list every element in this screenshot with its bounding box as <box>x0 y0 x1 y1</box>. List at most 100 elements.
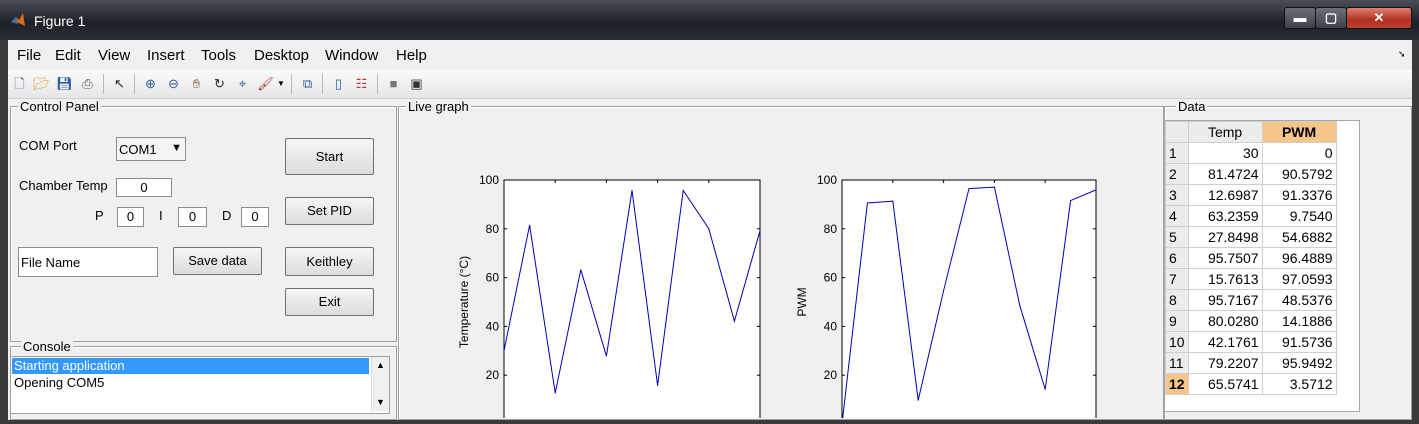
scroll-down-icon[interactable]: ▼ <box>376 397 385 407</box>
table-row[interactable]: 1 30 0 <box>1165 142 1337 164</box>
brush-icon[interactable]: 🖌︎ <box>257 75 274 92</box>
data-point <box>968 188 970 190</box>
pwm-cell[interactable]: 54.6882 <box>1261 226 1337 248</box>
zoom-out-icon[interactable]: ⊖ <box>165 75 182 92</box>
title-bar[interactable]: Figure 1 ▬ ▢ ✕ <box>0 0 1419 40</box>
menu-desktop[interactable]: Desktop <box>254 47 309 64</box>
d-field[interactable]: 0 <box>241 207 269 227</box>
pwm-cell[interactable]: 96.4889 <box>1261 247 1337 269</box>
maximize-button[interactable]: ▢ <box>1315 7 1347 29</box>
console-scrollbar[interactable]: ▲ ▼ <box>371 357 389 411</box>
new-icon[interactable]: 🗋 <box>11 75 28 92</box>
table-row[interactable]: 7 15.7613 97.0593 <box>1165 268 1337 290</box>
menu-tools[interactable]: Tools <box>201 47 236 64</box>
menu-edit[interactable]: Edit <box>55 47 81 64</box>
data-table-container[interactable]: Temp PWM 1 30 0 2 81.4724 90.5792 3 12.6987 91.3… <box>1164 120 1360 412</box>
legend-icon[interactable]: ☷ <box>353 75 370 92</box>
console-line[interactable]: Opening COM5 <box>12 375 369 391</box>
temperature-plot[interactable]: 0246810020406080100Temperature (°C) <box>457 173 767 418</box>
keithley-button[interactable]: Keithley <box>285 247 374 276</box>
pan-icon[interactable]: ✋︎ <box>188 75 205 92</box>
com-port-select[interactable]: COM1 ▼ <box>116 137 186 161</box>
pwm-plot[interactable]: 0246810020406080100PWM <box>795 173 1103 418</box>
pwm-cell[interactable]: 0 <box>1261 142 1337 164</box>
chevron-down-icon: ▼ <box>171 142 182 154</box>
table-row[interactable]: 8 95.7167 48.5376 <box>1165 289 1337 311</box>
pwm-cell[interactable]: 9.7540 <box>1261 205 1337 227</box>
minimize-button[interactable]: ▬ <box>1284 7 1316 29</box>
start-button[interactable]: Start <box>285 138 374 175</box>
menu-insert[interactable]: Insert <box>147 47 185 64</box>
pwm-cell[interactable]: 97.0593 <box>1261 268 1337 290</box>
data-point <box>1070 200 1072 202</box>
exit-button[interactable]: Exit <box>285 288 374 316</box>
brush-dropdown-icon[interactable]: ▼ <box>277 79 285 88</box>
pwm-cell[interactable]: 95.9492 <box>1261 352 1337 374</box>
data-point <box>892 200 894 202</box>
table-row[interactable]: 2 81.4724 90.5792 <box>1165 163 1337 185</box>
y-axis-label: Temperature (°C) <box>457 256 471 348</box>
p-field[interactable]: 0 <box>117 207 144 227</box>
i-field[interactable]: 0 <box>178 207 207 227</box>
temp-cell[interactable]: 81.4724 <box>1187 163 1263 185</box>
temp-cell[interactable]: 30 <box>1187 142 1263 164</box>
console-title: Console <box>21 339 73 354</box>
temp-cell[interactable]: 79.2207 <box>1187 352 1263 374</box>
save-icon[interactable]: 💾︎ <box>56 75 73 92</box>
menu-help[interactable]: Help <box>396 47 427 64</box>
pwm-cell[interactable]: 3.5712 <box>1261 373 1337 395</box>
menu-view[interactable]: View <box>98 47 130 64</box>
table-row[interactable]: 3 12.6987 91.3376 <box>1165 184 1337 206</box>
temp-cell[interactable]: 42.1761 <box>1187 331 1263 353</box>
data-cursor-icon[interactable]: ⌖ <box>234 75 251 92</box>
pwm-cell[interactable]: 48.5376 <box>1261 289 1337 311</box>
console-listbox[interactable]: Starting application Opening COM5 ▲ ▼ <box>10 356 390 414</box>
data-point <box>1095 189 1097 191</box>
menu-dock-arrow-icon[interactable]: ➘ <box>1398 49 1406 60</box>
column-header-pwm[interactable]: PWM <box>1261 121 1337 143</box>
temp-cell[interactable]: 80.0280 <box>1187 310 1263 332</box>
save-data-button[interactable]: Save data <box>173 247 262 275</box>
set-pid-button[interactable]: Set PID <box>285 197 374 225</box>
temp-cell[interactable]: 15.7613 <box>1187 268 1263 290</box>
table-row[interactable]: 5 27.8498 54.6882 <box>1165 226 1337 248</box>
y-tick-label: 100 <box>817 173 837 187</box>
data-table[interactable]: Temp PWM 1 30 0 2 81.4724 90.5792 3 12.6987 91.3… <box>1165 121 1337 395</box>
hide-tools-icon[interactable]: ■ <box>385 75 402 92</box>
table-row[interactable]: 6 95.7507 96.4889 <box>1165 247 1337 269</box>
print-icon[interactable]: ⎙ <box>79 75 96 92</box>
temp-cell[interactable]: 12.6987 <box>1187 184 1263 206</box>
link-icon[interactable]: ⧉ <box>299 75 316 92</box>
console-line-selected[interactable]: Starting application <box>12 358 369 374</box>
table-row[interactable]: 11 79.2207 95.9492 <box>1165 352 1337 374</box>
pointer-icon[interactable]: ↖ <box>111 75 128 92</box>
temp-cell[interactable]: 95.7167 <box>1187 289 1263 311</box>
pwm-cell[interactable]: 14.1886 <box>1261 310 1337 332</box>
table-row[interactable]: 12 65.5741 3.5712 <box>1165 373 1337 395</box>
table-row[interactable]: 10 42.1761 91.5736 <box>1165 331 1337 353</box>
pwm-cell[interactable]: 90.5792 <box>1261 163 1337 185</box>
pwm-cell[interactable]: 91.5736 <box>1261 331 1337 353</box>
temp-cell[interactable]: 63.2359 <box>1187 205 1263 227</box>
y-tick-label: 100 <box>479 173 499 187</box>
menu-bar: File Edit View Insert Tools Desktop Wind… <box>8 40 1412 71</box>
rotate-icon[interactable]: ↻ <box>211 75 228 92</box>
close-button[interactable]: ✕ <box>1346 7 1412 29</box>
pwm-cell[interactable]: 91.3376 <box>1261 184 1337 206</box>
menu-file[interactable]: File <box>17 47 41 64</box>
chamber-temp-field[interactable]: 0 <box>116 178 172 197</box>
temp-cell[interactable]: 95.7507 <box>1187 247 1263 269</box>
menu-window[interactable]: Window <box>325 47 378 64</box>
temp-cell[interactable]: 65.5741 <box>1187 373 1263 395</box>
table-row[interactable]: 4 63.2359 9.7540 <box>1165 205 1337 227</box>
file-name-field[interactable]: File Name <box>18 247 158 277</box>
colorbar-icon[interactable]: ▯ <box>330 75 347 92</box>
row-number: 7 <box>1165 268 1189 290</box>
show-tools-icon[interactable]: ▣ <box>408 75 425 92</box>
scroll-up-icon[interactable]: ▲ <box>376 360 385 370</box>
temp-cell[interactable]: 27.8498 <box>1187 226 1263 248</box>
table-row[interactable]: 9 80.0280 14.1886 <box>1165 310 1337 332</box>
column-header-temp[interactable]: Temp <box>1187 121 1263 143</box>
zoom-in-icon[interactable]: ⊕ <box>142 75 159 92</box>
open-icon[interactable]: 📂︎ <box>33 75 50 92</box>
